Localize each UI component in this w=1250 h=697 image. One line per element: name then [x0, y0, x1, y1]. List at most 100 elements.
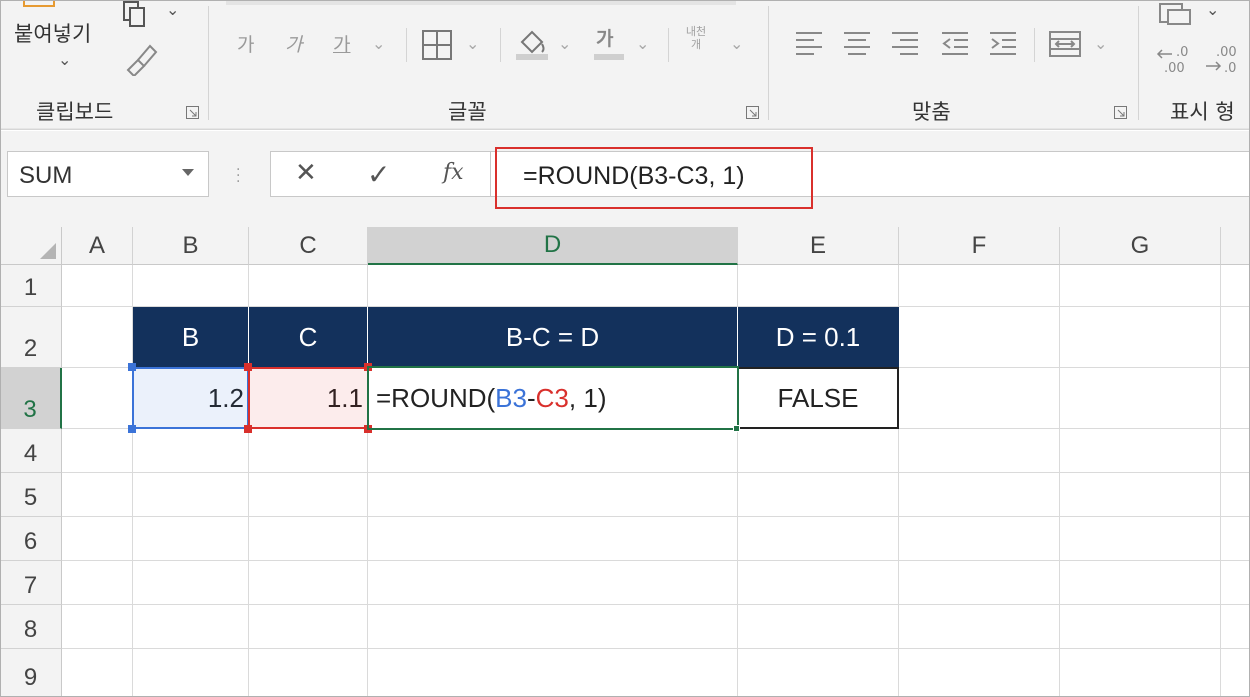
cell-d7[interactable]	[368, 561, 738, 605]
cell-g6[interactable]	[1060, 517, 1221, 561]
cell-d6[interactable]	[368, 517, 738, 561]
align-right-icon[interactable]	[890, 28, 920, 58]
cell-f9[interactable]	[899, 649, 1060, 697]
ref-b3-handle-tl[interactable]	[128, 363, 136, 371]
alignment-launcher-icon[interactable]	[1114, 104, 1127, 119]
copy-icon[interactable]	[120, 0, 158, 28]
row-header-8[interactable]: 8	[0, 605, 62, 649]
cell-c1[interactable]	[249, 265, 368, 307]
cell-h2[interactable]	[1221, 307, 1250, 368]
column-header-e[interactable]: E	[738, 227, 899, 265]
increase-decimal-icon[interactable]: .0.00	[1156, 42, 1196, 76]
borders-icon[interactable]	[420, 28, 454, 62]
cell-f2[interactable]	[899, 307, 1060, 368]
cell-h8[interactable]	[1221, 605, 1250, 649]
paste-icon[interactable]	[20, 0, 60, 10]
cell-b2[interactable]: B	[133, 307, 249, 368]
increase-indent-icon[interactable]	[988, 28, 1018, 58]
paste-button-label[interactable]: 붙여넣기	[14, 18, 91, 48]
cell-g4[interactable]	[1060, 429, 1221, 473]
cell-d5[interactable]	[368, 473, 738, 517]
ref-c3-handle-tl[interactable]	[244, 363, 252, 371]
cell-f8[interactable]	[899, 605, 1060, 649]
cell-h1[interactable]	[1221, 265, 1250, 307]
borders-dropdown-icon[interactable]: ⌄	[466, 34, 479, 53]
row-header-7[interactable]: 7	[0, 561, 62, 605]
ref-c3-handle-tr[interactable]	[364, 363, 372, 371]
cell-e5[interactable]	[738, 473, 899, 517]
ref-c3-handle-bl[interactable]	[244, 425, 252, 433]
paste-dropdown-icon[interactable]: ⌄	[58, 50, 71, 69]
number-format-icon[interactable]	[1156, 0, 1196, 28]
insert-function-button[interactable]: fx	[443, 160, 464, 185]
ref-b3-handle-bl[interactable]	[128, 425, 136, 433]
cell-g2[interactable]	[1060, 307, 1221, 368]
cell-e6[interactable]	[738, 517, 899, 561]
cell-f1[interactable]	[899, 265, 1060, 307]
cancel-icon[interactable]: ✕	[295, 158, 317, 188]
cell-f3[interactable]	[899, 368, 1060, 429]
cell-h6[interactable]	[1221, 517, 1250, 561]
fill-handle[interactable]	[733, 425, 740, 432]
italic-button[interactable]: 가	[285, 30, 302, 57]
cell-g9[interactable]	[1060, 649, 1221, 697]
column-header-b[interactable]: B	[133, 227, 249, 265]
cell-a7[interactable]	[62, 561, 133, 605]
cell-a6[interactable]	[62, 517, 133, 561]
cell-g8[interactable]	[1060, 605, 1221, 649]
cell-f7[interactable]	[899, 561, 1060, 605]
column-header-f[interactable]: F	[899, 227, 1060, 265]
format-painter-icon[interactable]	[120, 40, 160, 76]
cell-e8[interactable]	[738, 605, 899, 649]
align-left-icon[interactable]	[794, 28, 824, 58]
name-box[interactable]: SUM	[7, 151, 209, 197]
cell-g3[interactable]	[1060, 368, 1221, 429]
cell-a8[interactable]	[62, 605, 133, 649]
cell-a3[interactable]	[62, 368, 133, 429]
cell-h3[interactable]	[1221, 368, 1250, 429]
column-header-d[interactable]: D	[368, 227, 738, 265]
column-header-c[interactable]: C	[249, 227, 368, 265]
cell-h4[interactable]	[1221, 429, 1250, 473]
cell-c5[interactable]	[249, 473, 368, 517]
cell-e7[interactable]	[738, 561, 899, 605]
cell-e2[interactable]: D = 0.1	[738, 307, 899, 368]
cell-d8[interactable]	[368, 605, 738, 649]
cell-d9[interactable]	[368, 649, 738, 697]
cell-c9[interactable]	[249, 649, 368, 697]
cell-a2[interactable]	[62, 307, 133, 368]
cell-c6[interactable]	[249, 517, 368, 561]
underline-dropdown-icon[interactable]: ⌄	[372, 34, 385, 53]
font-color-dropdown-icon[interactable]: ⌄	[636, 34, 649, 53]
cell-b1[interactable]	[133, 265, 249, 307]
cell-f4[interactable]	[899, 429, 1060, 473]
cell-h5[interactable]	[1221, 473, 1250, 517]
clipboard-launcher-icon[interactable]	[186, 104, 199, 119]
cell-d1[interactable]	[368, 265, 738, 307]
cell-b7[interactable]	[133, 561, 249, 605]
cell-h7[interactable]	[1221, 561, 1250, 605]
cell-d4[interactable]	[368, 429, 738, 473]
cell-c7[interactable]	[249, 561, 368, 605]
row-header-5[interactable]: 5	[0, 473, 62, 517]
cell-b3[interactable]: 1.2	[133, 368, 249, 429]
cell-d2[interactable]: B-C = D	[368, 307, 738, 368]
align-center-icon[interactable]	[842, 28, 872, 58]
cell-b9[interactable]	[133, 649, 249, 697]
cell-a5[interactable]	[62, 473, 133, 517]
cell-b8[interactable]	[133, 605, 249, 649]
decrease-indent-icon[interactable]	[940, 28, 970, 58]
row-header-2[interactable]: 2	[0, 307, 62, 368]
column-header-g[interactable]: G	[1060, 227, 1221, 265]
name-box-dropdown-icon[interactable]	[182, 169, 194, 176]
merge-dropdown-icon[interactable]: ⌄	[1094, 34, 1107, 53]
cell-g5[interactable]	[1060, 473, 1221, 517]
cell-b5[interactable]	[133, 473, 249, 517]
cell-g1[interactable]	[1060, 265, 1221, 307]
cell-c2[interactable]: C	[249, 307, 368, 368]
font-launcher-icon[interactable]	[746, 104, 759, 119]
ref-c3-handle-br[interactable]	[364, 425, 372, 433]
cell-f5[interactable]	[899, 473, 1060, 517]
underline-button[interactable]: 가	[333, 30, 350, 57]
font-color-button[interactable]: 가	[596, 24, 613, 51]
